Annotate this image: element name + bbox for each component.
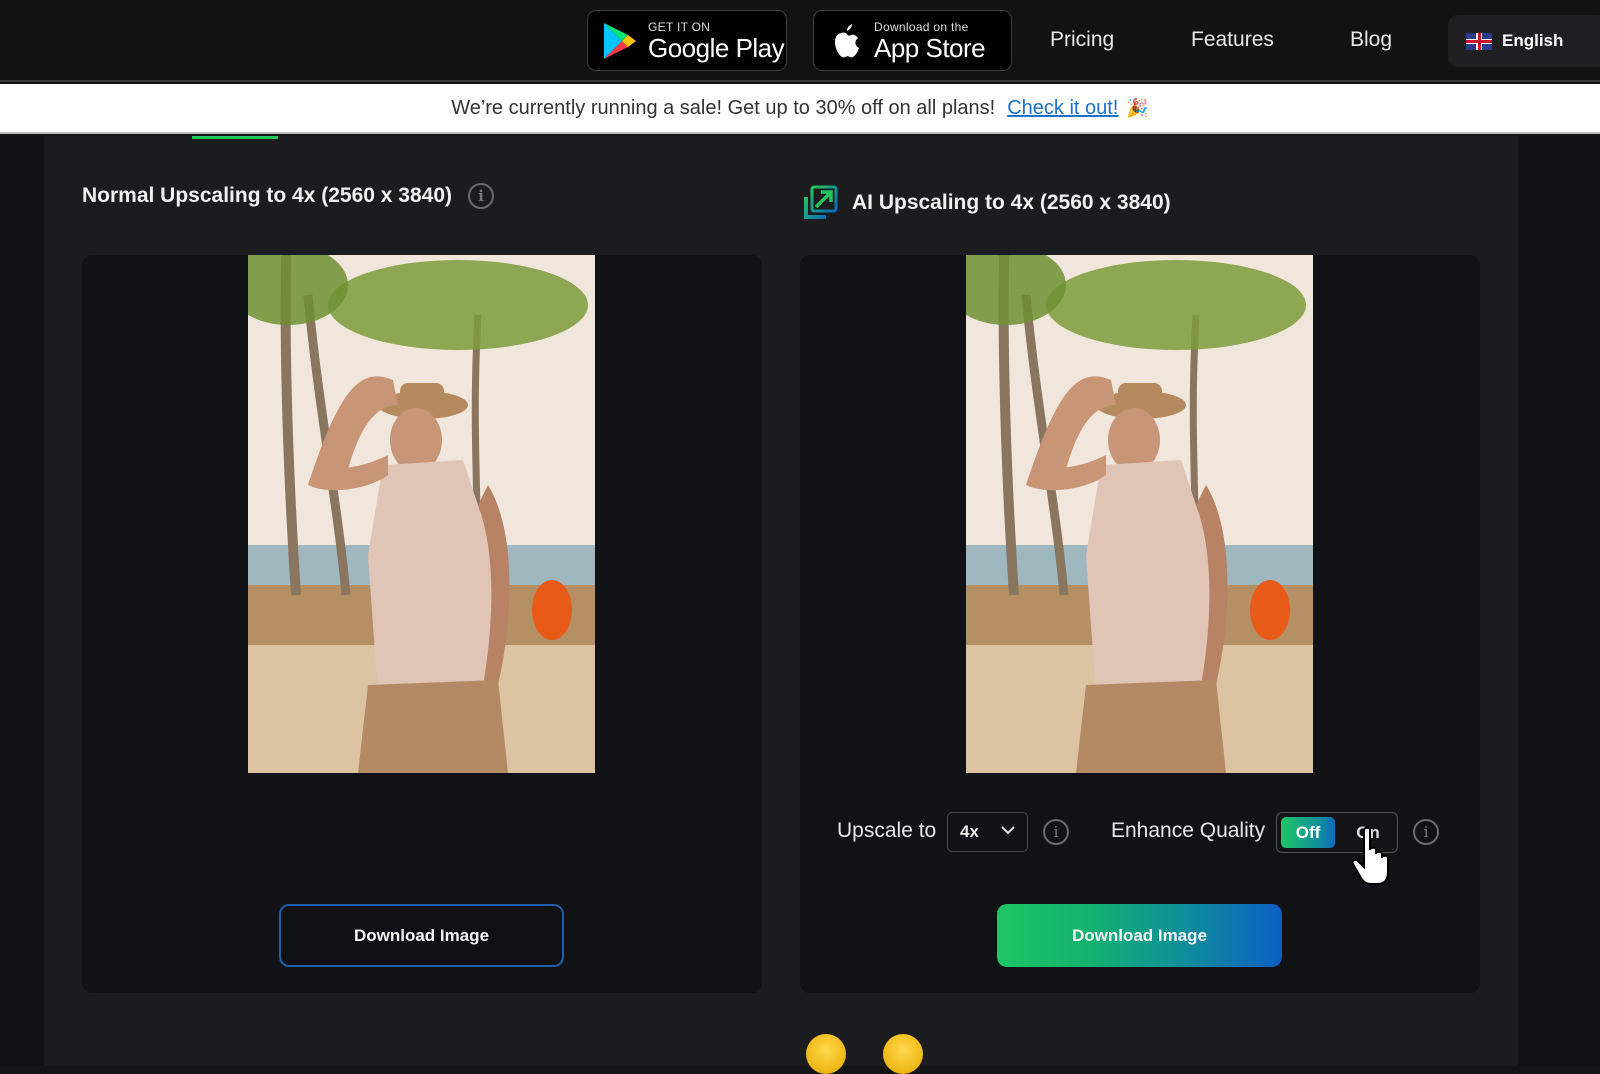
download-normal-image-button[interactable]: Download Image [279, 904, 564, 967]
toggle-option-off[interactable]: Off [1281, 817, 1335, 848]
normal-upscaled-photo [248, 255, 595, 773]
info-icon[interactable]: i [468, 183, 494, 209]
upscale-to-label: Upscale to [837, 819, 937, 842]
ai-upscaling-title: AI Upscaling to 4x (2560 x 3840) [800, 183, 1171, 223]
normal-upscaling-title: Normal Upscaling to 4x (2560 x 3840) i [82, 183, 494, 209]
normal-upscaling-title-text: Normal Upscaling to 4x (2560 x 3840) [82, 184, 452, 207]
party-popper-icon: 🎉 [1126, 97, 1149, 118]
ai-upscaled-photo [966, 255, 1313, 773]
upscale-factor-value: 4x [960, 822, 979, 841]
enhance-info-icon[interactable]: i [1413, 819, 1439, 845]
upscale-factor-select[interactable]: 4x [947, 812, 1028, 852]
google-play-big-text: Google Play [648, 32, 785, 63]
emoji-face-icon[interactable] [806, 1034, 846, 1074]
chevron-down-icon [1001, 826, 1015, 835]
app-store-button[interactable]: Download on the App Store [813, 10, 1012, 71]
hand-pointer-cursor-icon [1352, 826, 1389, 885]
ai-upscale-icon [804, 185, 838, 219]
nav-link-features[interactable]: Features [1191, 28, 1274, 52]
emoji-face-icon[interactable] [883, 1034, 923, 1074]
page-gutter-right [1518, 136, 1600, 1066]
active-tab-indicator [192, 136, 278, 139]
sale-banner: We’re currently running a sale! Get up t… [0, 84, 1600, 134]
nav-link-pricing[interactable]: Pricing [1050, 28, 1114, 52]
check-it-out-link[interactable]: Check it out! [1007, 97, 1118, 120]
app-store-small-text: Download on the [874, 19, 969, 34]
google-play-small-text: GET IT ON [648, 19, 711, 34]
sale-banner-text: We’re currently running a sale! Get up t… [451, 96, 996, 119]
nav-link-blog[interactable]: Blog [1350, 28, 1392, 52]
enhance-quality-label: Enhance Quality [1111, 819, 1266, 842]
apple-icon [826, 21, 866, 61]
download-ai-image-button[interactable]: Download Image [997, 904, 1282, 967]
page-gutter-left [0, 136, 44, 1066]
upscale-info-icon[interactable]: i [1043, 819, 1069, 845]
app-store-big-text: App Store [874, 32, 986, 63]
ai-upscaling-title-text: AI Upscaling to 4x (2560 x 3840) [852, 191, 1171, 214]
uk-flag-icon [1466, 32, 1492, 50]
top-navbar: GET IT ON Google Play Download on the Ap… [0, 0, 1600, 82]
language-selector[interactable]: English [1448, 15, 1600, 67]
google-play-icon [600, 21, 640, 61]
language-label: English [1502, 31, 1564, 50]
google-play-button[interactable]: GET IT ON Google Play [587, 10, 787, 71]
